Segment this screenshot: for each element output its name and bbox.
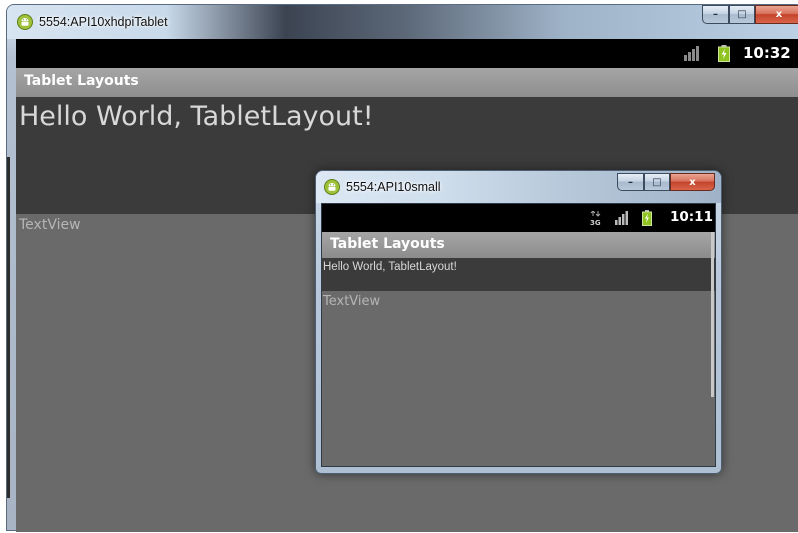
close-icon: x	[775, 9, 783, 20]
hello-textview-container: Hello World, TabletLayout!	[322, 258, 715, 291]
signal-icon	[684, 46, 699, 61]
data-3g-icon: 3G	[590, 211, 601, 226]
minimize-button[interactable]: –	[702, 5, 729, 24]
minimize-icon: –	[713, 9, 718, 20]
window-title: 5554:API10small	[346, 180, 441, 194]
android-icon	[17, 14, 33, 30]
android-icon	[324, 179, 340, 195]
maximize-button[interactable]: □	[644, 173, 670, 191]
close-icon: x	[689, 176, 696, 188]
emulator-window-small: 5554:API10small – □ x 3G 10:11 Tablet La…	[315, 170, 722, 474]
status-bar: 10:32	[16, 39, 798, 68]
status-bar: 3G 10:11	[322, 204, 715, 232]
app-title: Tablet Layouts	[24, 73, 139, 89]
battery-icon	[718, 45, 730, 62]
screen-edge	[7, 157, 10, 498]
signal-icon	[615, 211, 628, 225]
battery-icon	[642, 210, 652, 226]
window-titlebar[interactable]: 5554:API10small – □ x	[316, 171, 721, 203]
minimize-button[interactable]: –	[617, 173, 644, 191]
textview-label: TextView	[323, 294, 381, 309]
app-title-bar: Tablet Layouts	[16, 68, 798, 97]
status-time: 10:11	[670, 209, 713, 225]
maximize-icon: □	[737, 9, 747, 20]
app-title: Tablet Layouts	[330, 236, 445, 252]
svg-text:3G: 3G	[590, 219, 601, 226]
close-button[interactable]: x	[755, 5, 798, 24]
maximize-button[interactable]: □	[729, 5, 755, 24]
app-title-bar: Tablet Layouts	[322, 232, 715, 258]
textview-label: TextView	[19, 217, 81, 233]
hello-text: Hello World, TabletLayout!	[323, 261, 457, 273]
window-titlebar[interactable]: 5554:API10xhdpiTablet – □ x	[7, 5, 798, 39]
maximize-icon: □	[652, 176, 662, 188]
emulator-screen[interactable]: 3G 10:11 Tablet Layouts Hello World, Tab…	[321, 203, 716, 467]
minimize-icon: –	[628, 176, 633, 188]
status-time: 10:32	[743, 44, 791, 62]
close-button[interactable]: x	[670, 173, 715, 191]
window-title: 5554:API10xhdpiTablet	[39, 15, 168, 29]
scroll-indicator	[711, 232, 714, 397]
hello-text: Hello World, TabletLayout!	[19, 101, 374, 132]
